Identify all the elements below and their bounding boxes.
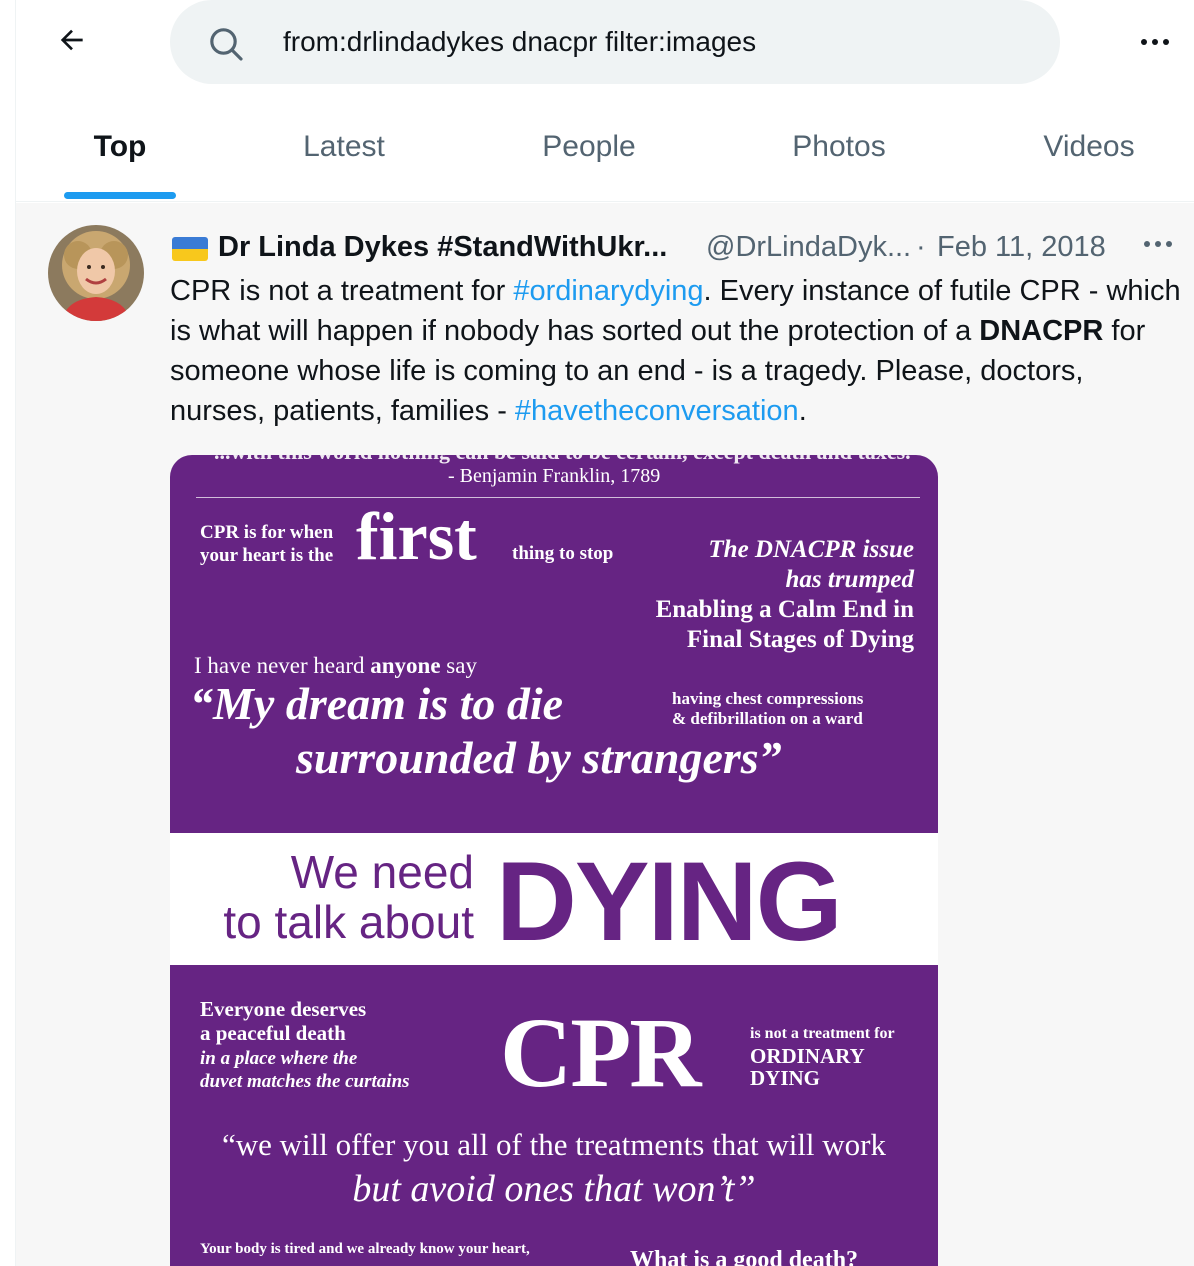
poster-attribution: - Benjamin Franklin, 1789 bbox=[448, 465, 661, 487]
tab-people[interactable]: People bbox=[509, 92, 669, 202]
poster-line: having chest compressions bbox=[672, 689, 864, 708]
tab-photos[interactable]: Photos bbox=[759, 92, 919, 202]
more-icon-dot bbox=[1155, 241, 1161, 247]
poster-enabling: Enabling a Calm End in Final Stages of D… bbox=[656, 595, 914, 655]
search-tabs: Top Latest People Photos Videos bbox=[16, 92, 1194, 202]
poster-line: We need bbox=[290, 846, 474, 898]
user-handle[interactable]: @DrLindaDyk... bbox=[706, 231, 911, 264]
back-button[interactable] bbox=[52, 20, 92, 60]
poster-line: to talk about bbox=[223, 896, 474, 948]
more-options-button[interactable] bbox=[1134, 22, 1176, 62]
back-arrow-icon bbox=[60, 29, 83, 51]
poster-line-bold: anyone bbox=[370, 653, 441, 678]
search-query[interactable]: from:drlindadykes dnacpr filter:images bbox=[283, 0, 756, 84]
poster-good-death: What is a good death? bbox=[630, 1247, 859, 1266]
poster-line: has trumped bbox=[785, 566, 914, 593]
poster-line: duvet matches the curtains bbox=[200, 1071, 410, 1092]
poster-line: your heart is the bbox=[200, 545, 334, 566]
poster-never-heard: I have never heard anyone say bbox=[194, 653, 477, 679]
poster-line: in a place where the bbox=[200, 1048, 358, 1069]
poster-having: having chest compressions & defibrillati… bbox=[672, 689, 863, 729]
poster-first-word: first bbox=[356, 498, 477, 574]
hashtag-havetheconversation[interactable]: #havetheconversation bbox=[515, 395, 799, 427]
poster-quote-cut: ...with this world nothing can be said t… bbox=[214, 455, 911, 465]
tab-photos-label: Photos bbox=[792, 130, 886, 163]
poster-not-treatment: is not a treatment for ORDINARY DYING bbox=[750, 1023, 895, 1089]
poster-strangers: surrounded by strangers” bbox=[296, 732, 782, 783]
poster-line: CPR is for when bbox=[200, 522, 334, 543]
tab-latest[interactable]: Latest bbox=[264, 92, 424, 202]
poster-duvet: in a place where the duvet matches the c… bbox=[200, 1047, 410, 1093]
poster-offer: “we will offer you all of the treatments… bbox=[221, 1127, 887, 1162]
search-input[interactable]: from:drlindadykes dnacpr filter:images bbox=[170, 0, 1060, 84]
header-separator: · bbox=[916, 231, 926, 263]
avatar[interactable] bbox=[48, 225, 144, 321]
poster-everyone: Everyone deserves a peaceful death bbox=[200, 997, 366, 1045]
hashtag-ordinarydying[interactable]: #ordinarydying bbox=[513, 275, 703, 307]
poster-avoid: but avoid ones that won’t” bbox=[352, 1168, 756, 1210]
poster-line: say bbox=[440, 653, 477, 678]
tab-latest-label: Latest bbox=[303, 130, 385, 163]
poster-line: DYING bbox=[750, 1066, 821, 1090]
more-icon bbox=[1144, 241, 1150, 247]
more-icon-dot bbox=[1152, 39, 1158, 45]
poster-line: Final Stages of Dying bbox=[686, 626, 914, 653]
tab-videos[interactable]: Videos bbox=[1009, 92, 1169, 202]
more-icon-dot bbox=[1163, 39, 1169, 45]
tweet-text-bold: DNACPR bbox=[979, 315, 1104, 347]
poster-divider bbox=[196, 497, 920, 498]
poster-line: Enabling a Calm End in bbox=[655, 596, 914, 623]
search-icon bbox=[210, 28, 243, 61]
tab-videos-label: Videos bbox=[1043, 130, 1135, 163]
poster-line: The DNACPR issue bbox=[708, 536, 914, 563]
tweet-text-part: . bbox=[798, 395, 807, 427]
poster-tired: Your body is tired and we already know y… bbox=[200, 1241, 530, 1257]
active-tab-indicator bbox=[64, 192, 176, 199]
poster-we-need: We need to talk about bbox=[204, 847, 474, 947]
tweet-text-part: CPR is not a treatment for bbox=[170, 275, 514, 307]
more-icon-dot bbox=[1166, 241, 1172, 247]
poster-line: a peaceful death bbox=[200, 1021, 346, 1045]
poster-dnacpr-issue: The DNACPR issue has trumped bbox=[708, 535, 914, 595]
ukraine-flag-icon bbox=[172, 237, 208, 261]
avatar-image bbox=[48, 225, 144, 321]
poster-dying: DYING bbox=[496, 839, 843, 964]
tab-people-label: People bbox=[542, 130, 636, 163]
tweet-text: CPR is not a treatment for #ordinarydyin… bbox=[170, 271, 1185, 431]
tweet-date[interactable]: Feb 11, 2018 bbox=[937, 231, 1106, 264]
poster-line: ORDINARY bbox=[750, 1044, 865, 1068]
tweet-header: Dr Linda Dykes #StandWithUkr... @DrLinda… bbox=[170, 227, 1172, 267]
poster-first-after: thing to stop bbox=[512, 543, 614, 564]
poster-line: I have never heard bbox=[194, 653, 371, 678]
more-icon bbox=[1141, 39, 1147, 45]
poster-line: Everyone deserves bbox=[200, 997, 367, 1021]
poster-cpr-first: CPR is for when your heart is the bbox=[200, 521, 333, 567]
poster-line: is not a treatment for bbox=[750, 1025, 895, 1042]
top-bar: from:drlindadykes dnacpr filter:images bbox=[16, 0, 1194, 92]
display-name[interactable]: Dr Linda Dykes #StandWithUkr... bbox=[218, 231, 667, 264]
poster-line: & defibrillation on a ward bbox=[672, 709, 863, 728]
poster-cpr: CPR bbox=[500, 997, 702, 1108]
tweet[interactable]: Dr Linda Dykes #StandWithUkr... @DrLinda… bbox=[16, 203, 1194, 1266]
poster-dream: “My dream is to die bbox=[190, 678, 564, 729]
tweet-more-button[interactable] bbox=[1144, 241, 1172, 247]
tweet-image[interactable]: ...with this world nothing can be said t… bbox=[170, 455, 938, 1266]
tab-top[interactable]: Top bbox=[64, 92, 176, 202]
